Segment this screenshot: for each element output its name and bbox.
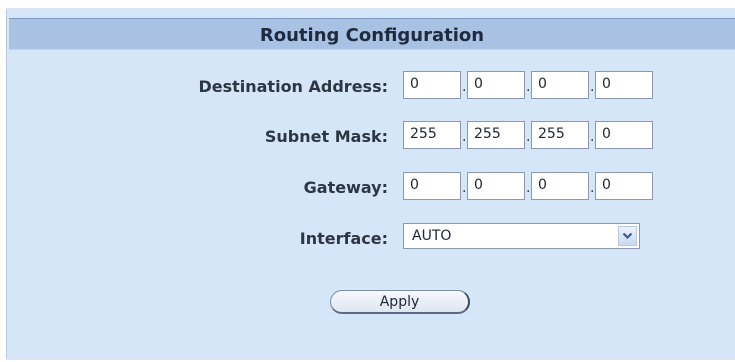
octet-separator: . [526, 79, 531, 95]
destination-octet-3[interactable]: 0 [531, 71, 589, 99]
destination-address-label: Destination Address: [198, 77, 388, 96]
octet-separator: . [526, 129, 531, 145]
section-title: Routing Configuration [259, 25, 485, 46]
destination-octet-1[interactable]: 0 [403, 71, 461, 99]
subnet-octet-2[interactable]: 255 [467, 121, 525, 149]
octet-separator: . [590, 129, 595, 145]
octet-separator: . [590, 180, 595, 196]
octet-separator: . [462, 129, 467, 145]
section-header: Routing Configuration [9, 18, 735, 50]
destination-address-row: Destination Address: 0 . 0 . 0 . 0 [0, 71, 735, 101]
octet-separator: . [526, 180, 531, 196]
interface-row: Interface: AUTO [0, 223, 735, 253]
apply-button[interactable]: Apply [330, 290, 470, 314]
destination-octet-4[interactable]: 0 [595, 71, 653, 99]
subnet-octet-3[interactable]: 255 [531, 121, 589, 149]
interface-select-value: AUTO [412, 228, 452, 244]
subnet-octet-4[interactable]: 0 [595, 121, 653, 149]
gateway-octet-2[interactable]: 0 [467, 172, 525, 200]
panel-bottom-border [6, 358, 735, 360]
gateway-octet-3[interactable]: 0 [531, 172, 589, 200]
gateway-row: Gateway: 0 . 0 . 0 . 0 [0, 172, 735, 202]
interface-label: Interface: [299, 229, 388, 248]
gateway-label: Gateway: [303, 178, 388, 197]
interface-select[interactable]: AUTO [403, 223, 640, 249]
octet-separator: . [590, 79, 595, 95]
octet-separator: . [462, 180, 467, 196]
subnet-octet-1[interactable]: 255 [403, 121, 461, 149]
subnet-mask-label: Subnet Mask: [264, 127, 388, 146]
gateway-octet-1[interactable]: 0 [403, 172, 461, 200]
gateway-octet-4[interactable]: 0 [595, 172, 653, 200]
destination-octet-2[interactable]: 0 [467, 71, 525, 99]
subnet-mask-row: Subnet Mask: 255 . 255 . 255 . 0 [0, 121, 735, 151]
octet-separator: . [462, 79, 467, 95]
chevron-down-icon [622, 232, 633, 240]
dropdown-button[interactable] [618, 226, 637, 246]
